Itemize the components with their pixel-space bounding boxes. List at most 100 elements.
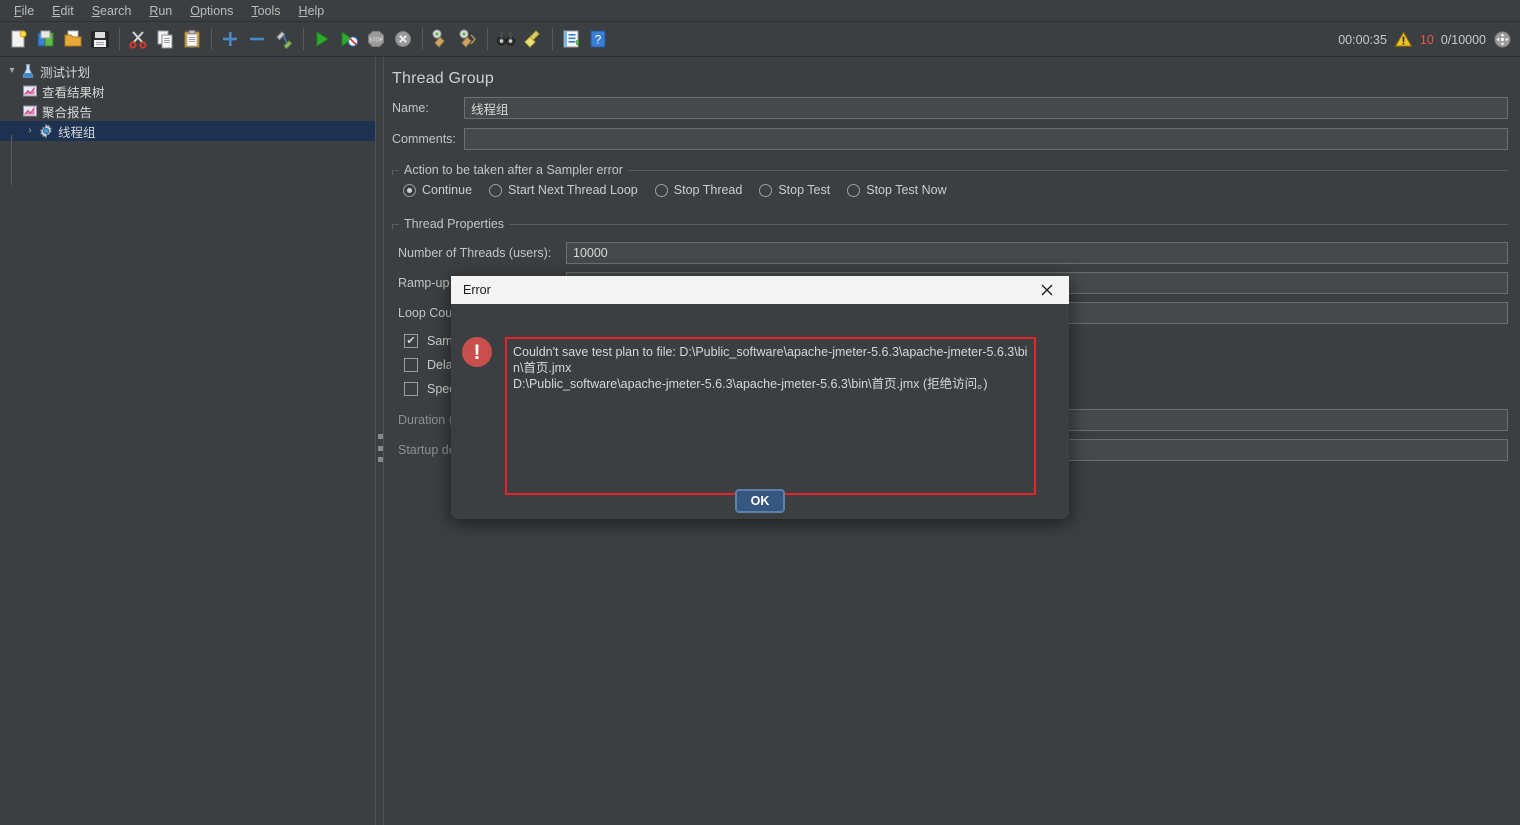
stop-octagon-icon[interactable]: STOP <box>363 26 389 53</box>
listener-chart-icon <box>22 103 38 119</box>
cut-scissors-icon[interactable] <box>125 26 151 53</box>
specify-thread-lifetime-checkbox[interactable] <box>404 382 418 396</box>
new-test-plan-icon[interactable] <box>6 26 32 53</box>
tree-node-view-results-tree[interactable]: 查看结果树 <box>0 81 375 101</box>
comments-input[interactable] <box>464 128 1508 150</box>
radio-indicator[interactable] <box>654 183 668 197</box>
comments-label: Comments: <box>392 132 456 146</box>
radio-start-next-thread-loop[interactable]: Start Next Thread Loop <box>484 180 646 200</box>
tree-node-label: 线程组 <box>58 125 96 140</box>
menu-file[interactable]: File <box>5 1 43 21</box>
sampler-error-radio-group: Continue Start Next Thread Loop Stop Thr… <box>392 180 1512 200</box>
toggle-pencil-icon[interactable] <box>271 26 297 53</box>
menu-tools[interactable]: Tools <box>242 1 289 21</box>
toolbar-separator <box>119 28 120 50</box>
paste-clipboard-icon[interactable] <box>179 26 205 53</box>
clear-broom-icon[interactable] <box>428 26 454 53</box>
error-message-text[interactable]: Couldn't save test plan to file: D:\Publ… <box>505 337 1036 495</box>
test-plan-tree[interactable]: ▾ 测试计划 查看结果树 聚合报告 › 线程组 <box>0 57 375 825</box>
name-input[interactable] <box>464 97 1508 119</box>
expand-arrows-icon[interactable] <box>1493 30 1512 49</box>
radio-label: Stop Test <box>778 183 831 197</box>
radio-indicator[interactable] <box>759 183 773 197</box>
number-of-threads-label: Number of Threads (users): <box>398 246 552 260</box>
tree-node-test-plan[interactable]: ▾ 测试计划 <box>0 61 375 81</box>
jmeter-window: File Edit Search Run Options Tools Help <box>0 0 1520 825</box>
toolbar-status-cluster: 00:00:35 10 0/10000 <box>1338 22 1512 57</box>
sampler-error-group-title: Action to be taken after a Sampler error <box>399 162 628 178</box>
search-binoculars-icon[interactable] <box>493 26 519 53</box>
radio-label: Stop Test Now <box>866 183 947 197</box>
chevron-right-icon[interactable]: › <box>22 121 38 141</box>
close-x-icon[interactable] <box>1025 276 1069 304</box>
tree-node-label: 聚合报告 <box>42 105 93 120</box>
radio-indicator[interactable] <box>403 183 416 197</box>
expand-plus-icon[interactable] <box>217 26 243 53</box>
templates-icon[interactable] <box>33 26 59 53</box>
menu-edit[interactable]: Edit <box>43 1 83 21</box>
open-folder-icon[interactable] <box>60 26 86 53</box>
menu-search[interactable]: Search <box>83 1 141 21</box>
name-label: Name: <box>392 101 429 115</box>
start-play-icon[interactable] <box>309 26 335 53</box>
error-exclamation-icon: ! <box>462 337 492 367</box>
svg-text:STOP: STOP <box>369 38 384 44</box>
toolbar-separator <box>552 28 553 50</box>
warning-triangle-icon[interactable] <box>1394 30 1413 49</box>
reset-search-broom-icon[interactable] <box>520 26 546 53</box>
sampler-error-group: Action to be taken after a Sampler error… <box>392 162 1512 200</box>
function-helper-icon[interactable] <box>558 26 584 53</box>
tree-node-thread-group[interactable]: › 线程组 <box>0 121 375 141</box>
chevron-down-icon[interactable]: ▾ <box>4 61 20 81</box>
help-question-icon[interactable]: ? <box>585 26 611 53</box>
radio-stop-test[interactable]: Stop Test <box>754 180 838 200</box>
radio-indicator[interactable] <box>847 183 861 197</box>
thread-group-gear-icon <box>38 123 54 139</box>
dialog-title-bar[interactable]: Error <box>451 276 1069 304</box>
number-of-threads-input[interactable] <box>566 242 1508 264</box>
toolbar-separator <box>303 28 304 50</box>
toolbar-separator <box>487 28 488 50</box>
number-of-threads-row: Number of Threads (users): <box>392 242 1512 264</box>
same-user-checkbox[interactable] <box>404 334 418 348</box>
comments-row: Comments: <box>384 128 1520 150</box>
error-count[interactable]: 10 <box>1420 33 1434 47</box>
radio-label: Stop Thread <box>673 183 743 197</box>
name-row: Name: <box>384 97 1520 119</box>
tree-node-aggregate-report[interactable]: 聚合报告 <box>0 101 375 121</box>
thread-properties-group-title: Thread Properties <box>399 216 510 232</box>
radio-label: Start Next Thread Loop <box>508 183 638 197</box>
radio-stop-test-now[interactable]: Stop Test Now <box>842 180 954 200</box>
error-dialog: Error ! Couldn't save test plan to file:… <box>451 276 1069 519</box>
toolbar-separator <box>211 28 212 50</box>
svg-text:?: ? <box>595 33 602 47</box>
shutdown-circle-icon[interactable] <box>390 26 416 53</box>
collapse-minus-icon[interactable] <box>244 26 270 53</box>
toolbar-separator <box>422 28 423 50</box>
listener-chart-icon <box>22 83 38 99</box>
clear-all-broom-icon[interactable] <box>455 26 481 53</box>
delay-thread-creation-checkbox[interactable] <box>404 358 418 372</box>
menu-options[interactable]: Options <box>181 1 242 21</box>
radio-indicator[interactable] <box>489 183 503 197</box>
radio-continue[interactable]: Continue <box>398 180 480 200</box>
menu-run[interactable]: Run <box>140 1 181 21</box>
dialog-title: Error <box>463 283 491 297</box>
elapsed-time: 00:00:35 <box>1338 32 1387 47</box>
toolbar: STOP ? 00:00:35 10 0/10000 <box>0 22 1520 57</box>
tree-node-label: 测试计划 <box>40 65 91 80</box>
menu-bar: File Edit Search Run Options Tools Help <box>0 0 1520 22</box>
splitter-grip[interactable] <box>378 434 383 462</box>
copy-pages-icon[interactable] <box>152 26 178 53</box>
radio-label: Continue <box>422 183 473 197</box>
tree-guide-line <box>11 135 12 185</box>
test-plan-flask-icon <box>20 63 36 79</box>
save-floppy-icon[interactable] <box>87 26 113 53</box>
tree-node-label: 查看结果树 <box>42 85 105 100</box>
page-title: Thread Group <box>392 70 495 87</box>
radio-stop-thread[interactable]: Stop Thread <box>650 180 751 200</box>
ok-button[interactable]: OK <box>734 489 786 513</box>
menu-help[interactable]: Help <box>290 1 334 21</box>
pane-splitter[interactable] <box>375 57 384 825</box>
start-no-pauses-icon[interactable] <box>336 26 362 53</box>
